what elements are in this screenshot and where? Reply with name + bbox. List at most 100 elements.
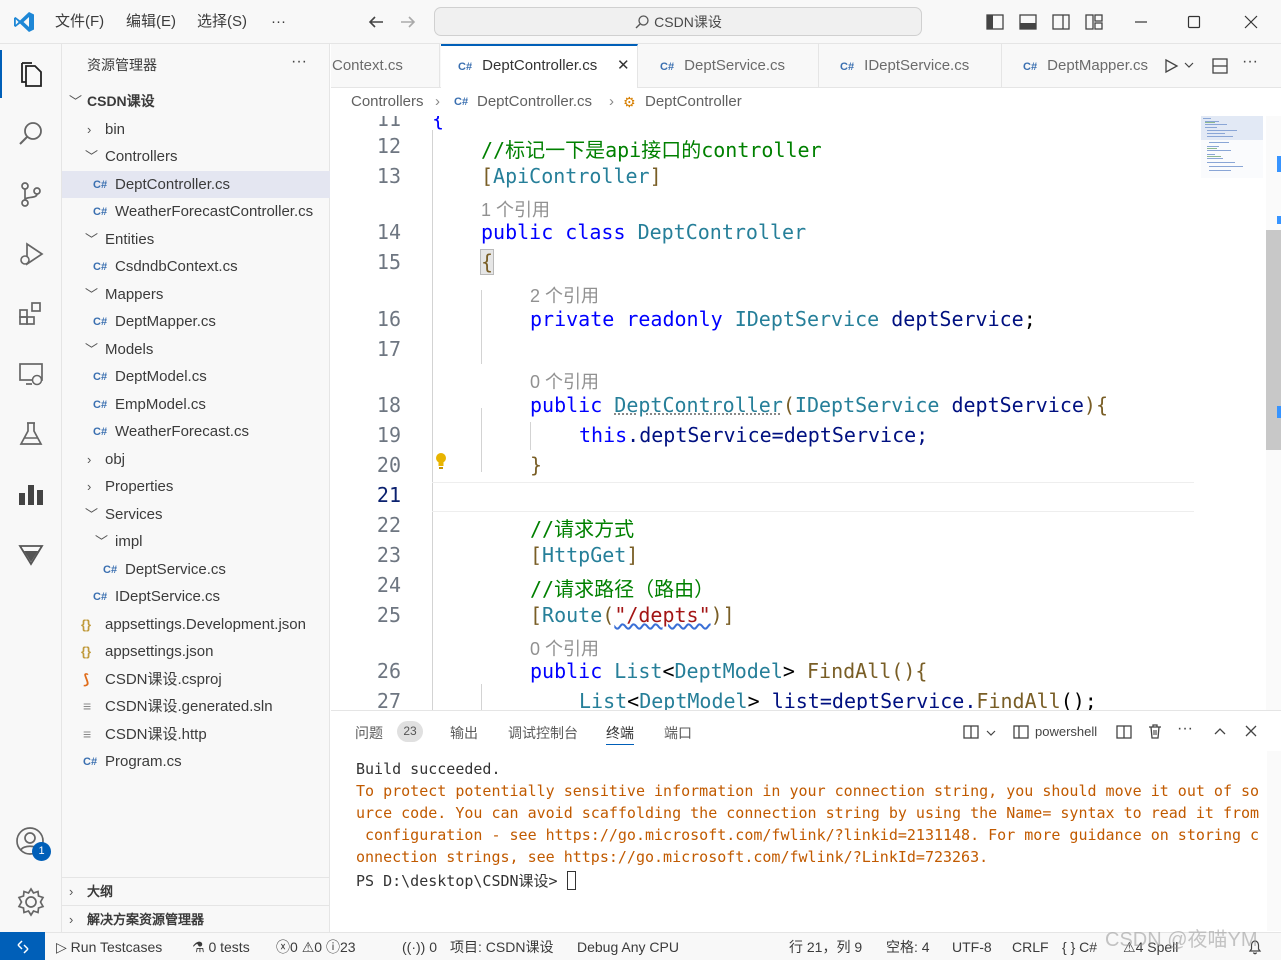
tab-deptcontroller[interactable]: C# DeptController.cs ✕ — [441, 44, 638, 88]
tree-item-properties[interactable]: › Properties — [62, 473, 330, 501]
codelens-references[interactable]: 2 个引用 — [530, 282, 599, 308]
breadcrumb-folder[interactable]: Controllers — [351, 88, 424, 116]
tree-item-csproj[interactable]: ⟆ CSDN课设.csproj — [62, 666, 330, 694]
language-item[interactable]: { } C# — [1062, 933, 1097, 960]
cursor-position-item[interactable]: 行 21，列 9 — [789, 933, 862, 960]
tab-ideptservice[interactable]: C# IDeptService.cs — [820, 44, 1002, 88]
menu-more[interactable]: ··· — [271, 0, 286, 44]
tree-item-mappers[interactable]: ﹀ Mappers — [62, 281, 330, 309]
outline-section-header[interactable]: › 大纲 — [62, 878, 330, 906]
sidebar-more-button[interactable]: ··· — [291, 53, 307, 71]
tab-debug-console[interactable]: 调试控制台 — [508, 723, 578, 745]
tests-item[interactable]: ⚗ 0 tests — [192, 933, 250, 960]
close-panel-icon[interactable] — [1244, 724, 1258, 738]
editor-scrollbar[interactable] — [1266, 116, 1281, 710]
run-dropdown-chevron-icon[interactable] — [1184, 60, 1194, 70]
tab-output[interactable]: 输出 — [450, 723, 478, 745]
testing-icon[interactable] — [0, 404, 62, 464]
command-center-search[interactable]: CSDN课设 — [434, 7, 922, 36]
breadcrumb-class[interactable]: DeptController — [645, 88, 742, 116]
forward-arrow-icon[interactable] — [398, 12, 418, 32]
source-control-icon[interactable] — [0, 164, 62, 224]
tree-item-weatherforecastcontroller[interactable]: C# WeatherForecastController.cs — [62, 198, 330, 226]
tab-terminal[interactable]: 终端 — [606, 723, 634, 745]
funnel-icon[interactable] — [0, 524, 62, 584]
breadcrumb-file[interactable]: DeptController.cs — [477, 88, 592, 116]
tree-item-impl[interactable]: ﹀ impl — [62, 528, 330, 556]
tree-item-appsettings[interactable]: {} appsettings.json — [62, 638, 330, 666]
trash-icon[interactable] — [1146, 722, 1164, 740]
tree-item-obj[interactable]: › obj — [62, 446, 330, 474]
search-view-icon[interactable] — [0, 104, 62, 164]
tree-item-models[interactable]: ﹀ Models — [62, 336, 330, 364]
tree-item-controllers[interactable]: ﹀ Controllers — [62, 143, 330, 171]
tree-item-sln[interactable]: ≡ CSDN课设.generated.sln — [62, 693, 330, 721]
remote-indicator[interactable] — [0, 932, 45, 960]
codelens-references[interactable]: 0 个引用 — [530, 635, 599, 661]
tree-item-program[interactable]: C# Program.cs — [62, 748, 330, 776]
problems-item[interactable]: ⓧ0 ⚠0 ⓘ23 — [276, 933, 356, 960]
run-and-debug-icon[interactable] — [0, 224, 62, 284]
split-terminal-icon[interactable] — [1115, 723, 1133, 741]
tree-item-deptcontroller[interactable]: C# DeptController.cs — [62, 170, 330, 198]
indentation-item[interactable]: 空格: 4 — [886, 933, 930, 960]
editor-more-actions[interactable]: ··· — [1242, 53, 1258, 71]
toggle-primary-sidebar-icon[interactable] — [985, 12, 1005, 32]
tree-item-entities[interactable]: ﹀ Entities — [62, 226, 330, 254]
menu-file[interactable]: 文件(F) — [55, 0, 104, 44]
tree-item-weatherforecast[interactable]: C# WeatherForecast.cs — [62, 418, 330, 446]
solution-explorer-section-header[interactable]: › 解决方案资源管理器 — [62, 906, 330, 934]
panel-more-button[interactable]: ··· — [1177, 720, 1193, 738]
tree-item-appsettings-development[interactable]: {} appsettings.Development.json — [62, 611, 330, 639]
tab-ports[interactable]: 端口 — [664, 723, 692, 745]
terminal-name[interactable]: powershell — [1035, 724, 1097, 739]
tree-item-ideptservice[interactable]: C# IDeptService.cs — [62, 583, 330, 611]
codelens-references[interactable]: 1 个引用 — [481, 196, 550, 222]
customize-layout-icon[interactable] — [1084, 12, 1104, 32]
accounts-icon[interactable] — [0, 812, 62, 872]
tree-item-empmodel[interactable]: C# EmpModel.cs — [62, 391, 330, 419]
tab-deptmapper[interactable]: C# DeptMapper.cs — [1003, 44, 1157, 88]
tab-deptservice[interactable]: C# DeptService.cs — [639, 44, 819, 88]
minimize-button[interactable] — [1118, 0, 1164, 44]
menu-edit[interactable]: 编辑(E) — [126, 0, 176, 44]
tree-item-bin[interactable]: › bin — [62, 116, 330, 144]
tree-item-deptservice[interactable]: C# DeptService.cs — [62, 556, 330, 584]
maximize-panel-chevron-up-icon[interactable] — [1212, 724, 1228, 740]
minimap[interactable] — [1201, 116, 1263, 178]
terminal-prompt[interactable]: PS D:\desktop\CSDN课设> — [356, 870, 576, 891]
codelens-references[interactable]: 0 个引用 — [530, 368, 599, 394]
maximize-button[interactable] — [1171, 0, 1217, 44]
tree-item-deptmodel[interactable]: C# DeptModel.cs — [62, 363, 330, 391]
dashboard-chart-icon[interactable] — [0, 464, 62, 524]
tab-context[interactable]: Context.cs — [331, 44, 440, 88]
toggle-secondary-sidebar-icon[interactable] — [1051, 12, 1071, 32]
terminal-scrollbar[interactable] — [1267, 751, 1281, 931]
tree-root[interactable]: ﹀ CSDN课设 — [62, 88, 330, 116]
close-tab-icon[interactable]: ✕ — [617, 46, 630, 86]
settings-gear-icon[interactable] — [0, 872, 62, 932]
tab-problems[interactable]: 问题 — [355, 723, 383, 745]
tree-item-deptmapper[interactable]: C# DeptMapper.cs — [62, 308, 330, 336]
explorer-icon[interactable] — [0, 44, 62, 104]
tree-item-services[interactable]: ﹀ Services — [62, 501, 330, 529]
tree-item-csdndbcontext[interactable]: C# CsdndbContext.cs — [62, 253, 330, 281]
back-arrow-icon[interactable] — [366, 12, 386, 32]
extensions-icon[interactable] — [0, 284, 62, 344]
remote-explorer-icon[interactable] — [0, 344, 62, 404]
chevron-down-icon[interactable] — [986, 728, 996, 738]
menu-selection[interactable]: 选择(S) — [197, 0, 247, 44]
close-window-button[interactable] — [1228, 0, 1274, 44]
lightbulb-icon[interactable] — [434, 452, 448, 470]
split-editor-icon[interactable] — [1211, 57, 1229, 75]
run-testcases-item[interactable]: ▷ Run Testcases — [56, 933, 162, 960]
new-terminal-layout-icon[interactable] — [962, 723, 980, 741]
toggle-panel-icon[interactable] — [1018, 12, 1038, 32]
run-file-icon[interactable] — [1163, 58, 1179, 74]
tree-item-http[interactable]: ≡ CSDN课设.http — [62, 721, 330, 749]
encoding-item[interactable]: UTF-8 — [952, 933, 992, 960]
project-item[interactable]: 项目: CSDN课设 — [450, 933, 553, 960]
code-editor[interactable]: 11 12 13 14 15 16 17 18 19 20 21 22 23 2… — [331, 116, 1281, 710]
ports-item[interactable]: ((·)) 0 — [402, 933, 437, 960]
debug-config-item[interactable]: Debug Any CPU — [577, 933, 679, 960]
